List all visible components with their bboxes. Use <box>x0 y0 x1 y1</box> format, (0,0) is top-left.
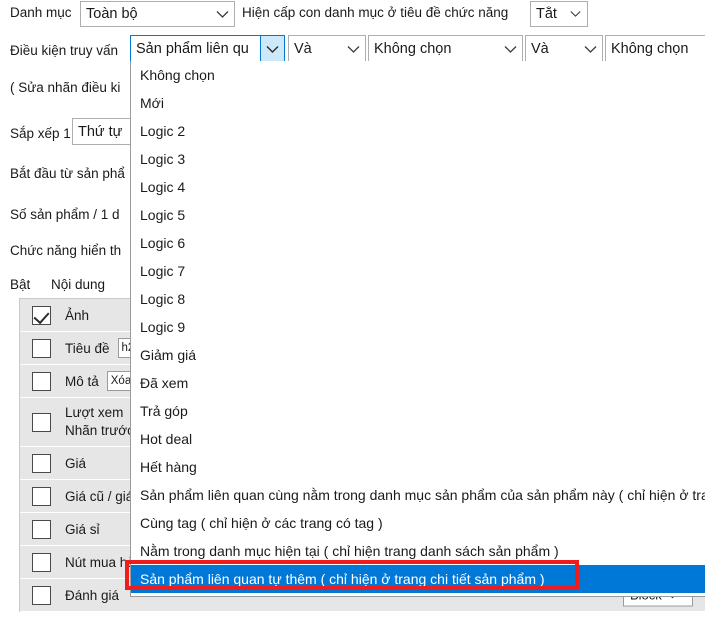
row-label: Ảnh <box>65 307 90 323</box>
query-operator-2-select[interactable]: Và <box>525 35 603 63</box>
chevron-down-icon[interactable] <box>260 36 284 62</box>
row-label: Mô tả <box>65 373 99 389</box>
row-label: Đánh giá <box>65 587 120 603</box>
category-select-value: Toàn bộ <box>86 6 138 22</box>
column-header-content: Nội dung <box>51 277 106 292</box>
row-enable-checkbox[interactable] <box>32 486 51 506</box>
row-enable-checkbox[interactable] <box>32 305 51 325</box>
chevron-down-icon[interactable] <box>578 36 602 62</box>
dropdown-option[interactable]: Sản phẩm liên quan tự thêm ( chỉ hiện ở … <box>131 565 705 593</box>
row-enable-checkbox[interactable] <box>32 371 51 391</box>
category-select[interactable]: Toàn bộ <box>80 1 235 27</box>
column-header-enable: Bật <box>10 277 31 292</box>
row-label: Lượt xem Nhãn trước <box>65 404 134 438</box>
query-operator-2-value: Và <box>531 41 549 57</box>
dropdown-option[interactable]: Hết hàng <box>131 453 705 481</box>
dropdown-option[interactable]: Cùng tag ( chỉ hiện ở các trang có tag ) <box>131 509 705 537</box>
row-label: Tiêu đề <box>65 340 110 356</box>
row-enable-checkbox[interactable] <box>32 453 51 473</box>
query-condition-label: Điều kiện truy vấn <box>10 43 119 58</box>
dropdown-option[interactable]: Trả góp <box>131 397 705 425</box>
row-label: Giá cũ / giá <box>65 488 134 504</box>
sort-label: Sắp xếp 1 <box>10 126 71 141</box>
dropdown-option[interactable]: Nằm trong danh mục hiện tại ( chỉ hiện t… <box>131 537 705 565</box>
edit-label-note: ( Sửa nhãn điều ki <box>10 80 121 95</box>
chevron-down-icon[interactable] <box>563 2 587 26</box>
row-label: Nút mua hà <box>65 554 135 570</box>
row-enable-checkbox[interactable] <box>32 585 51 605</box>
category-label: Danh mục <box>10 5 72 20</box>
query-condition-3-select[interactable]: Không chọn <box>605 35 705 63</box>
dropdown-option[interactable]: Giảm giá <box>131 341 705 369</box>
query-condition-select[interactable]: Sản phẩm liên qu <box>130 35 285 63</box>
query-condition-2-select[interactable]: Không chọn <box>368 35 523 63</box>
query-condition-select-value: Sản phẩm liên qu <box>136 41 249 57</box>
dropdown-option[interactable]: Logic 3 <box>131 145 705 173</box>
row-enable-checkbox[interactable] <box>32 519 51 539</box>
dropdown-option[interactable]: Logic 9 <box>131 313 705 341</box>
chevron-down-icon[interactable] <box>210 2 234 26</box>
dropdown-option[interactable]: Không chọn <box>131 61 705 89</box>
row-enable-checkbox[interactable] <box>32 338 51 358</box>
per-page-label: Số sản phẩm / 1 d <box>10 207 120 222</box>
app-root: Danh mục Toàn bộ Hiện cấp con danh mục ở… <box>0 0 705 623</box>
row-label: Giá <box>65 455 87 471</box>
subcategory-select-value: Tắt <box>536 6 557 22</box>
query-condition-dropdown-list[interactable]: Không chọn Mới Logic 2 Logic 3 Logic 4 Logic … <box>130 61 705 597</box>
row-label: Giá sỉ <box>65 521 100 537</box>
dropdown-option[interactable]: Hot deal <box>131 425 705 453</box>
subcategory-label: Hiện cấp con danh mục ở tiêu đề chức năn… <box>242 5 509 20</box>
dropdown-option[interactable]: Logic 7 <box>131 257 705 285</box>
subcategory-select[interactable]: Tắt <box>530 1 588 27</box>
chevron-down-icon[interactable] <box>341 36 365 62</box>
dropdown-option[interactable]: Mới <box>131 89 705 117</box>
query-condition-3-value: Không chọn <box>611 41 689 57</box>
query-operator-1-value: Và <box>294 41 312 57</box>
row-enable-checkbox[interactable] <box>32 552 51 572</box>
display-function-label: Chức năng hiển th <box>10 243 122 258</box>
dropdown-option[interactable]: Logic 8 <box>131 285 705 313</box>
dropdown-option[interactable]: Logic 5 <box>131 201 705 229</box>
dropdown-option[interactable]: Đã xem <box>131 369 705 397</box>
query-condition-2-value: Không chọn <box>374 41 452 57</box>
start-from-label: Bắt đầu từ sản phẩ <box>10 166 125 181</box>
dropdown-option[interactable]: Sản phẩm liên quan cùng nằm trong danh m… <box>131 481 705 509</box>
row-enable-checkbox[interactable] <box>32 412 51 432</box>
dropdown-option[interactable]: Logic 4 <box>131 173 705 201</box>
dropdown-option[interactable]: Logic 6 <box>131 229 705 257</box>
dropdown-option[interactable]: Logic 2 <box>131 117 705 145</box>
chevron-down-icon[interactable] <box>498 36 522 62</box>
query-operator-1-select[interactable]: Và <box>288 35 366 63</box>
